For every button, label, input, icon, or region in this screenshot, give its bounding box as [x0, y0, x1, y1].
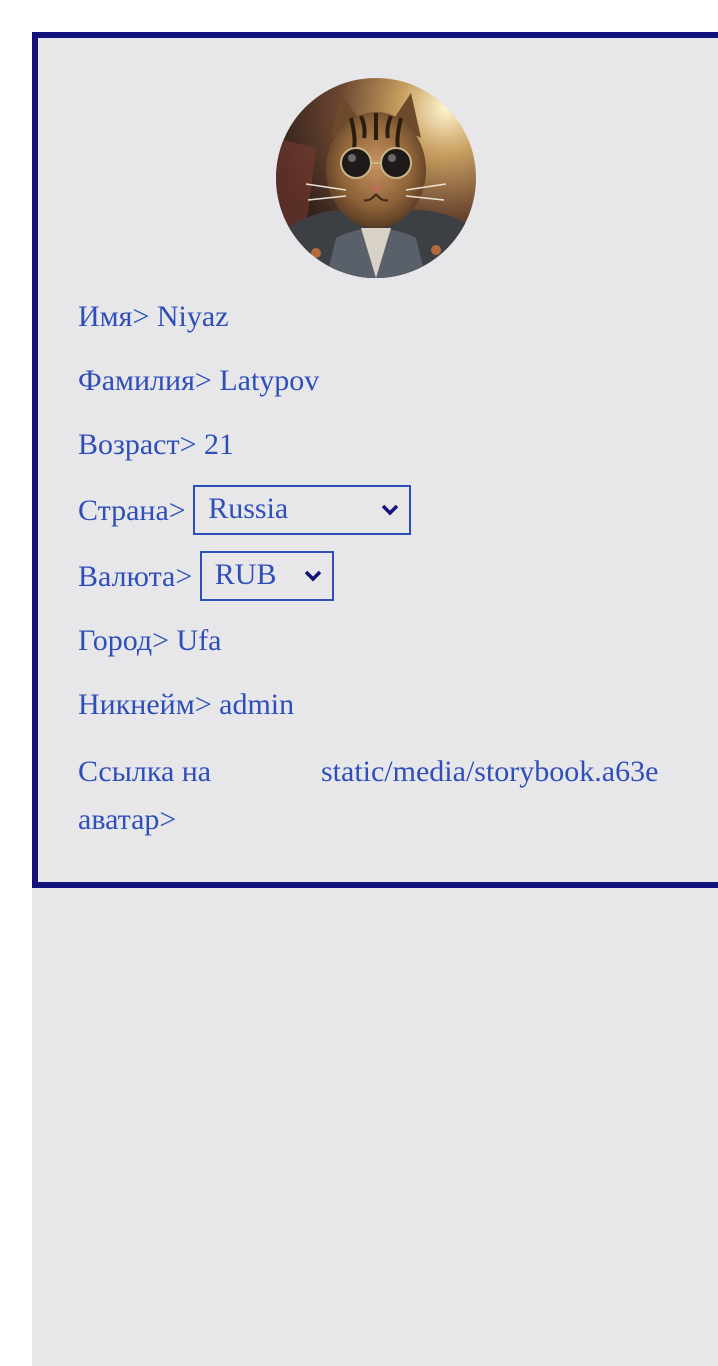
username-label: Никнейм>: [78, 688, 212, 721]
currency-label: Валюта>: [78, 560, 193, 593]
age-value: 21: [204, 428, 235, 461]
avatar-image: [276, 78, 476, 278]
age-row: Возраст> 21: [78, 421, 234, 469]
username-value: admin: [219, 688, 295, 721]
country-select-value: Russia: [208, 492, 289, 526]
last-name-row: Фамилия> Latypov: [78, 357, 319, 405]
city-row: Город> Ufa: [78, 617, 222, 665]
first-name-label: Имя>: [78, 300, 150, 333]
avatar-link-value: static/media/storybook.a63e: [321, 755, 659, 788]
age-label: Возраст>: [78, 428, 197, 461]
profile-card: Имя> Niyaz Фамилия> Latypov Возраст> 21 …: [32, 32, 718, 888]
last-name-value: Latypov: [219, 364, 320, 397]
currency-select-value: RUB: [214, 558, 277, 592]
city-value: Ufa: [176, 624, 222, 657]
city-label: Город>: [78, 624, 170, 657]
currency-row: Валюта> RUB: [78, 551, 334, 602]
chevron-down-icon: [304, 553, 322, 599]
last-name-label: Фамилия>: [78, 364, 212, 397]
country-row: Страна> Russia: [78, 485, 412, 536]
currency-select[interactable]: RUB: [199, 551, 334, 602]
first-name-value: Niyaz: [156, 300, 229, 333]
avatar-link-label: Ссылка на аватар>: [78, 755, 212, 836]
username-row: Никнейм> admin: [78, 681, 294, 729]
first-name-row: Имя> Niyaz: [78, 293, 229, 341]
country-label: Страна>: [78, 494, 186, 527]
chevron-down-icon: [381, 487, 399, 533]
avatar: [276, 78, 476, 278]
country-select[interactable]: Russia: [193, 485, 412, 536]
